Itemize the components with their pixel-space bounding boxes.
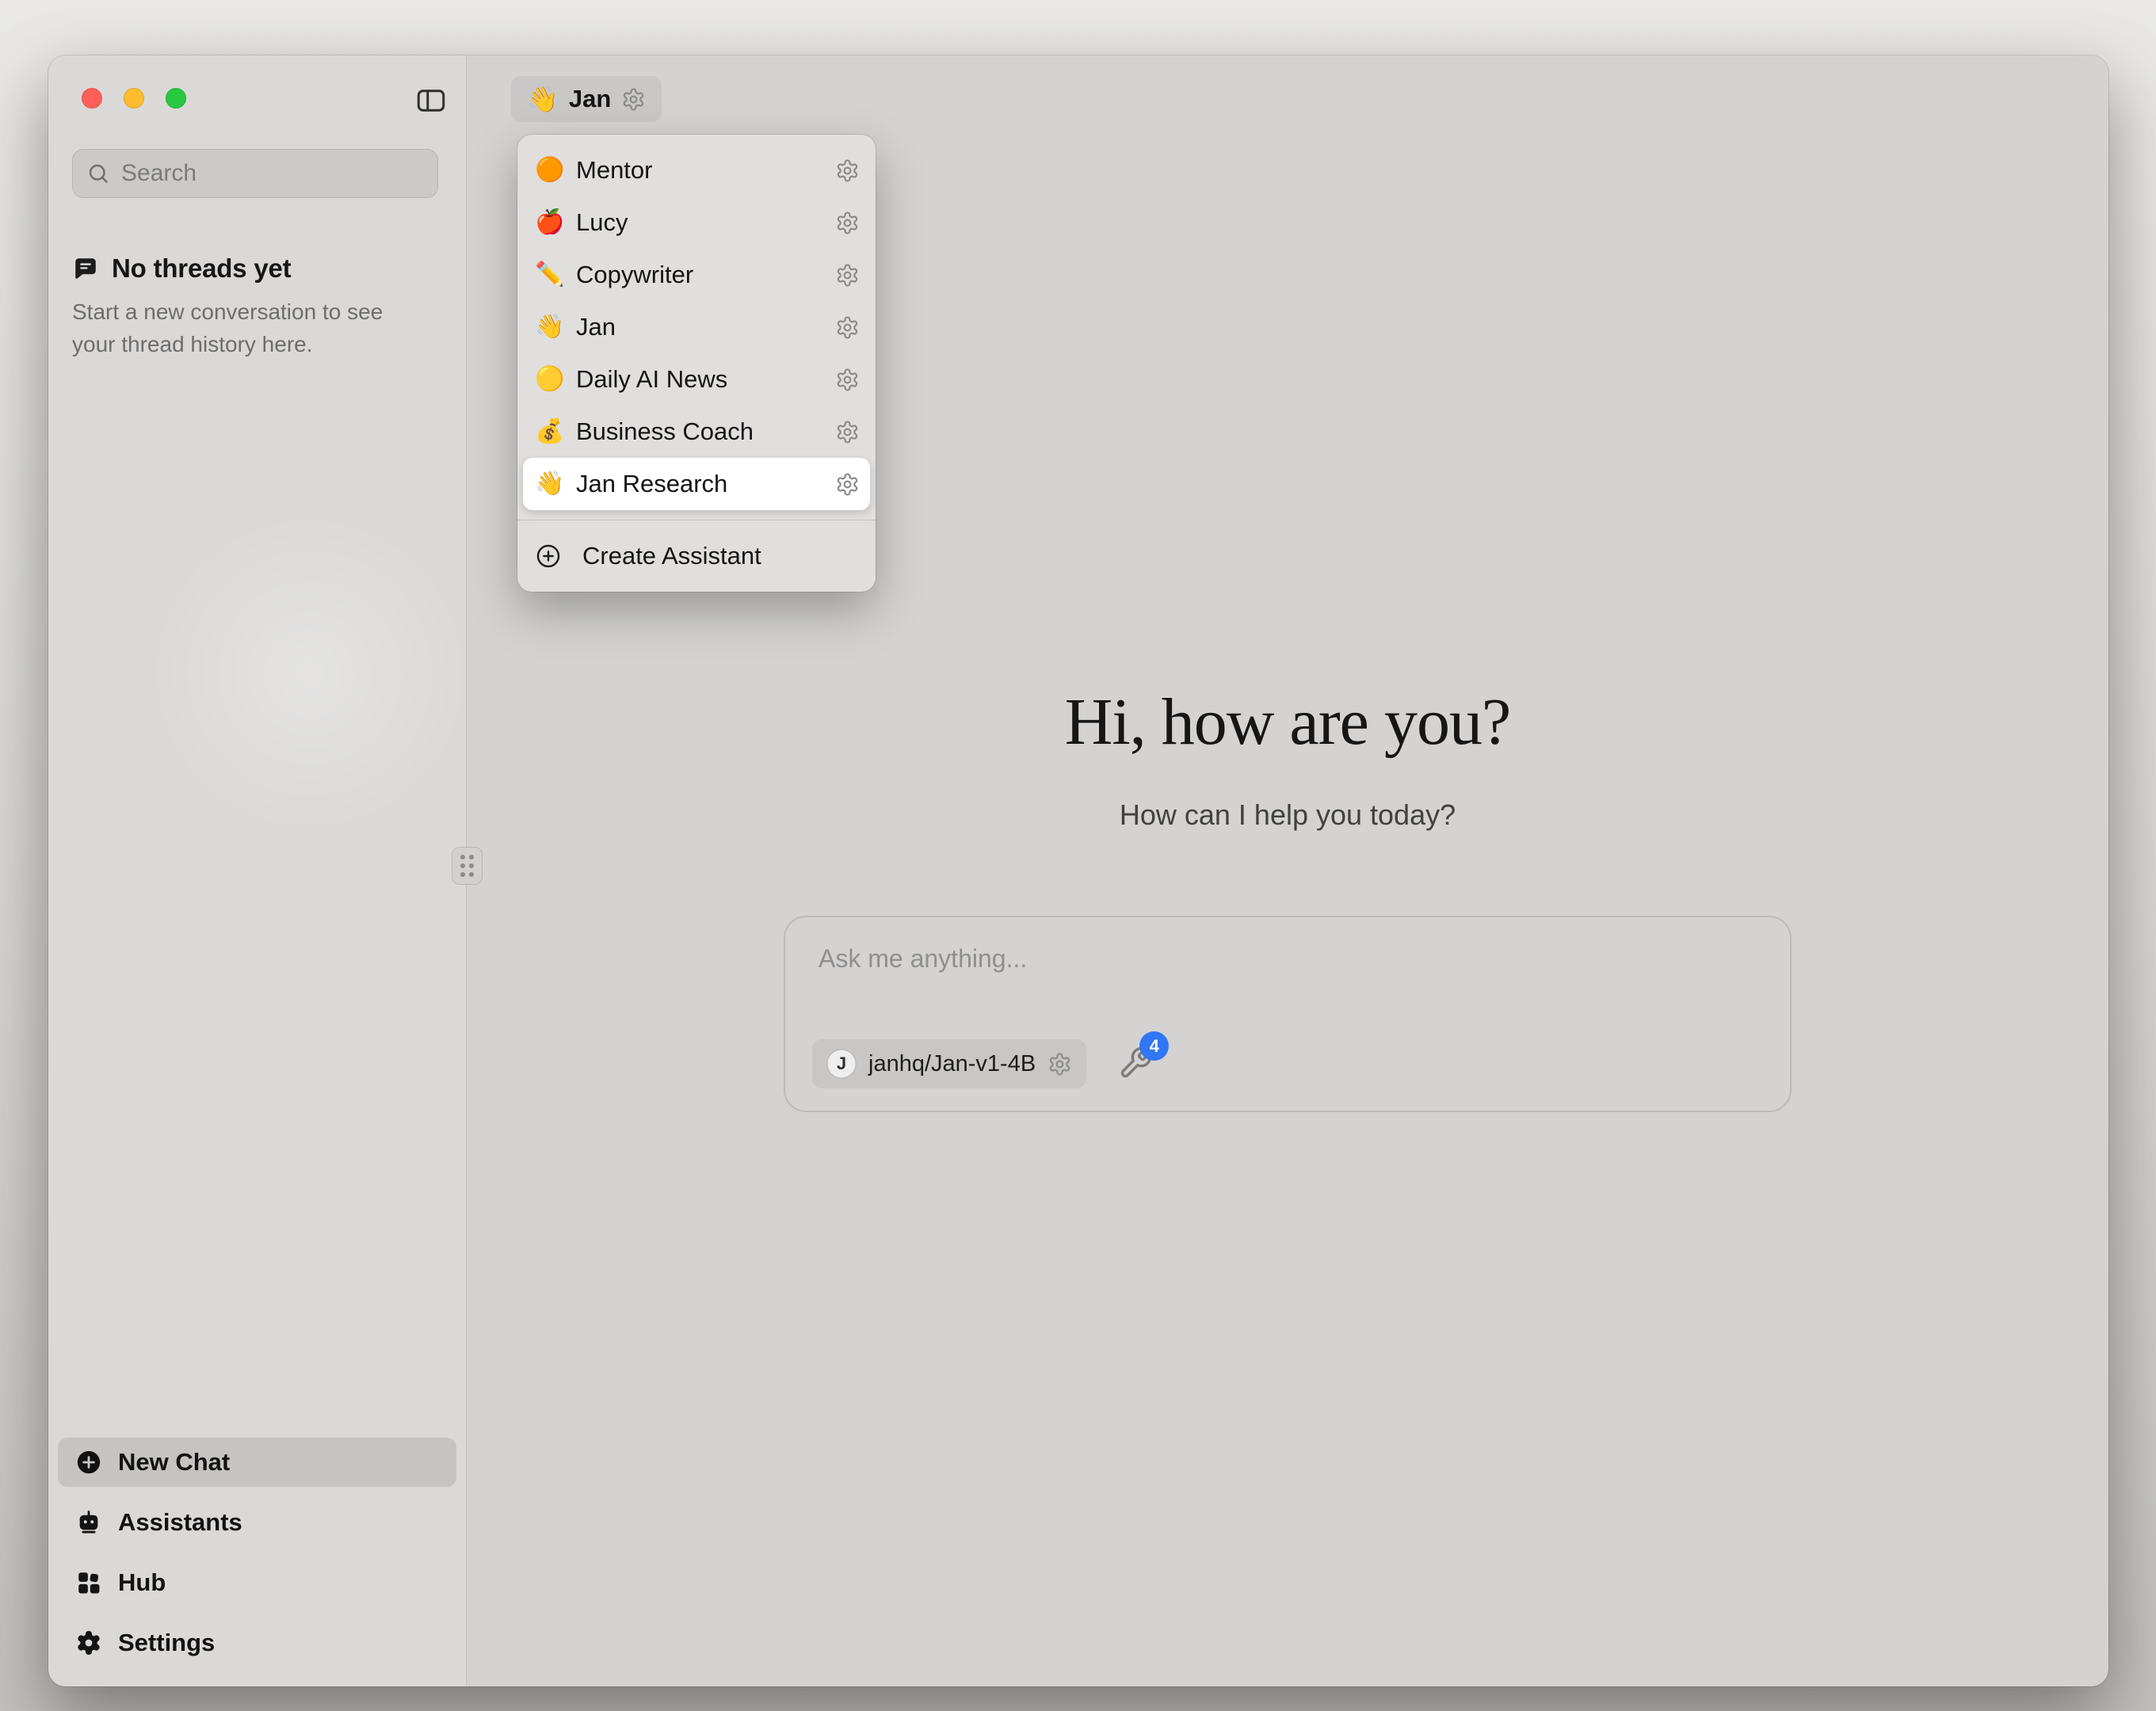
greeting-title: Hi, how are you?	[467, 689, 2108, 756]
tools-button[interactable]: 4	[1118, 1046, 1154, 1082]
assistant-item-label: Jan Research	[576, 470, 829, 498]
assistant-settings-gear-icon[interactable]	[621, 87, 646, 112]
nav-label: Assistants	[118, 1508, 242, 1537]
sidebar-item-hub[interactable]: Hub	[58, 1558, 456, 1607]
create-assistant-button[interactable]: Create Assistant	[517, 530, 876, 582]
assistant-menu-item-copywriter[interactable]: ✏️ Copywriter	[517, 249, 876, 301]
settings-gear-icon	[75, 1629, 102, 1656]
sidebar-item-assistants[interactable]: Assistants	[58, 1498, 456, 1547]
assistant-item-emoji: 🍎	[535, 211, 570, 234]
assistants-icon	[75, 1509, 102, 1536]
assistant-menu-item-mentor[interactable]: 🟠 Mentor	[517, 144, 876, 196]
search-icon	[86, 162, 110, 185]
window-controls	[82, 88, 186, 109]
zoom-button[interactable]	[166, 88, 186, 109]
empty-state-subtitle: Start a new conversation to see your thr…	[72, 296, 413, 360]
gear-icon[interactable]	[835, 315, 860, 340]
gear-icon[interactable]	[835, 211, 860, 235]
chat-input[interactable]	[819, 944, 1757, 1000]
gear-icon[interactable]	[835, 263, 860, 288]
hub-icon	[75, 1569, 102, 1596]
tools-count-badge: 4	[1139, 1031, 1169, 1061]
sidebar-toggle-button[interactable]	[414, 84, 448, 117]
gear-icon[interactable]	[835, 368, 860, 392]
assistant-menu-item-jan[interactable]: 👋 Jan	[517, 301, 876, 353]
model-settings-gear-icon[interactable]	[1047, 1052, 1072, 1077]
search-box[interactable]	[72, 149, 438, 198]
assistant-item-emoji: 🟡	[535, 368, 570, 391]
nav-label: Hub	[118, 1568, 166, 1597]
assistant-item-emoji: 👋	[535, 472, 570, 496]
assistant-menu-item-business-coach[interactable]: 💰 Business Coach	[517, 406, 876, 458]
nav-label: New Chat	[118, 1448, 230, 1477]
search-input[interactable]	[121, 160, 424, 187]
plus-circle-icon	[75, 1449, 102, 1476]
assistant-name: Jan	[569, 85, 611, 113]
nav-label: Settings	[118, 1629, 215, 1657]
sidebar-resize-handle[interactable]	[452, 848, 482, 884]
gear-icon[interactable]	[835, 158, 860, 183]
assistant-item-label: Copywriter	[576, 261, 829, 289]
gear-icon[interactable]	[835, 420, 860, 444]
sidebar-toggle-icon	[414, 84, 448, 117]
assistant-item-label: Mentor	[576, 156, 829, 185]
assistant-menu-item-daily-ai-news[interactable]: 🟡 Daily AI News	[517, 353, 876, 406]
assistant-item-label: Daily AI News	[576, 365, 829, 394]
gear-icon[interactable]	[835, 472, 860, 497]
assistant-item-emoji: 🟠	[535, 158, 570, 182]
plus-circle-icon	[535, 543, 562, 570]
app-window: No threads yet Start a new conversation …	[48, 55, 2108, 1686]
model-avatar: J	[826, 1049, 857, 1079]
sidebar-nav: New Chat Assistants Hub Settings	[58, 1438, 456, 1667]
main-chat-area: 👋 Jan 🟠 Mentor 🍎 Lucy ✏️ Copywriter	[467, 55, 2108, 1686]
model-name: janhq/Jan-v1-4B	[868, 1051, 1036, 1077]
assistant-item-emoji: 👋	[535, 315, 570, 339]
empty-state-title: No threads yet	[112, 253, 291, 284]
desktop-background: No threads yet Start a new conversation …	[0, 0, 2156, 1711]
greeting: Hi, how are you? How can I help you toda…	[467, 689, 2108, 832]
assistant-dropdown-menu: 🟠 Mentor 🍎 Lucy ✏️ Copywriter 👋 Jan	[517, 135, 876, 592]
new-chat-button[interactable]: New Chat	[58, 1438, 456, 1487]
assistant-menu-item-jan-research[interactable]: 👋 Jan Research	[523, 458, 870, 510]
assistant-item-emoji: 💰	[535, 420, 570, 444]
composer[interactable]: J janhq/Jan-v1-4B 4	[784, 916, 1792, 1112]
model-selector[interactable]: J janhq/Jan-v1-4B	[812, 1039, 1086, 1088]
assistant-item-label: Jan	[576, 313, 829, 341]
assistant-selector[interactable]: 👋 Jan	[511, 76, 662, 122]
thread-bubble-icon	[72, 255, 99, 282]
create-assistant-label: Create Assistant	[582, 542, 860, 570]
threads-empty-state: No threads yet Start a new conversation …	[72, 253, 429, 360]
sidebar: No threads yet Start a new conversation …	[48, 55, 467, 1686]
sidebar-item-settings[interactable]: Settings	[58, 1618, 456, 1667]
minimize-button[interactable]	[124, 88, 144, 109]
assistant-item-emoji: ✏️	[535, 263, 570, 287]
assistant-emoji: 👋	[527, 86, 559, 112]
assistant-item-label: Business Coach	[576, 417, 829, 446]
composer-toolbar: J janhq/Jan-v1-4B 4	[812, 1039, 1154, 1088]
greeting-subtitle: How can I help you today?	[467, 798, 2108, 832]
assistant-item-label: Lucy	[576, 208, 829, 237]
assistant-menu-item-lucy[interactable]: 🍎 Lucy	[517, 196, 876, 249]
close-button[interactable]	[82, 88, 102, 109]
